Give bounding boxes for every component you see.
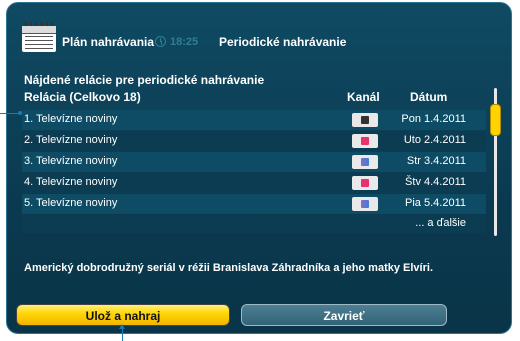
column-header-datum: Dátum (410, 90, 448, 104)
page-subtitle: Periodické nahrávanie (219, 35, 347, 49)
column-header-kanal: Kanál (347, 90, 380, 104)
page-title: Plán nahrávania (62, 35, 155, 49)
row-date: Štv 4.4.2011 (405, 176, 466, 188)
pointer-line-bottom (119, 324, 125, 341)
table-row[interactable]: 1. Televízne noviny Pon 1.4.2011 (22, 110, 486, 130)
table-caption: Nájdené relácie pre periodické nahrávani… (24, 73, 265, 87)
calendar-lines (25, 36, 53, 50)
row-date: Pia 5.4.2011 (405, 197, 466, 209)
row-date: Str 3.4.2011 (406, 155, 466, 167)
more-label: ... a ďalšie (415, 217, 466, 229)
channel-logo-icon (352, 197, 378, 211)
column-header-relacia: Relácia (Celkovo 18) (24, 90, 141, 104)
channel-logo-icon (352, 113, 378, 127)
calendar-icon (22, 22, 56, 52)
row-date: Pon 1.4.2011 (401, 113, 466, 125)
clock-icon (155, 36, 166, 47)
row-title: 4. Televízne noviny (24, 176, 118, 188)
table-row[interactable]: 3. Televízne noviny Str 3.4.2011 (22, 152, 486, 172)
table-row[interactable]: 4. Televízne noviny Štv 4.4.2011 (22, 173, 486, 193)
screen: Plán nahrávania 18:25 Periodické nahráva… (0, 0, 520, 341)
row-title: 5. Televízne noviny (24, 197, 118, 209)
more-row: ... a ďalšie (22, 215, 486, 233)
table-row[interactable]: 2. Televízne noviny Uto 2.4.2011 (22, 131, 486, 151)
scrollbar-thumb[interactable] (490, 104, 501, 136)
row-date: Uto 2.4.2011 (403, 134, 466, 146)
close-button[interactable]: Zavrieť (241, 304, 447, 326)
pointer-line-top (0, 111, 22, 115)
save-and-record-button[interactable]: Ulož a nahraj (16, 304, 230, 326)
program-description: Americký dobrodružný seriál v réžii Bran… (24, 262, 433, 274)
calendar-top (22, 26, 56, 34)
channel-logo-icon (352, 134, 378, 148)
channel-logo-icon (352, 155, 378, 169)
channel-logo-icon (352, 176, 378, 190)
row-title: 1. Televízne noviny (24, 113, 118, 125)
row-title: 2. Televízne noviny (24, 134, 118, 146)
table-row[interactable]: 5. Televízne noviny Pia 5.4.2011 (22, 194, 486, 214)
clock-time: 18:25 (170, 36, 199, 48)
row-title: 3. Televízne noviny (24, 155, 118, 167)
